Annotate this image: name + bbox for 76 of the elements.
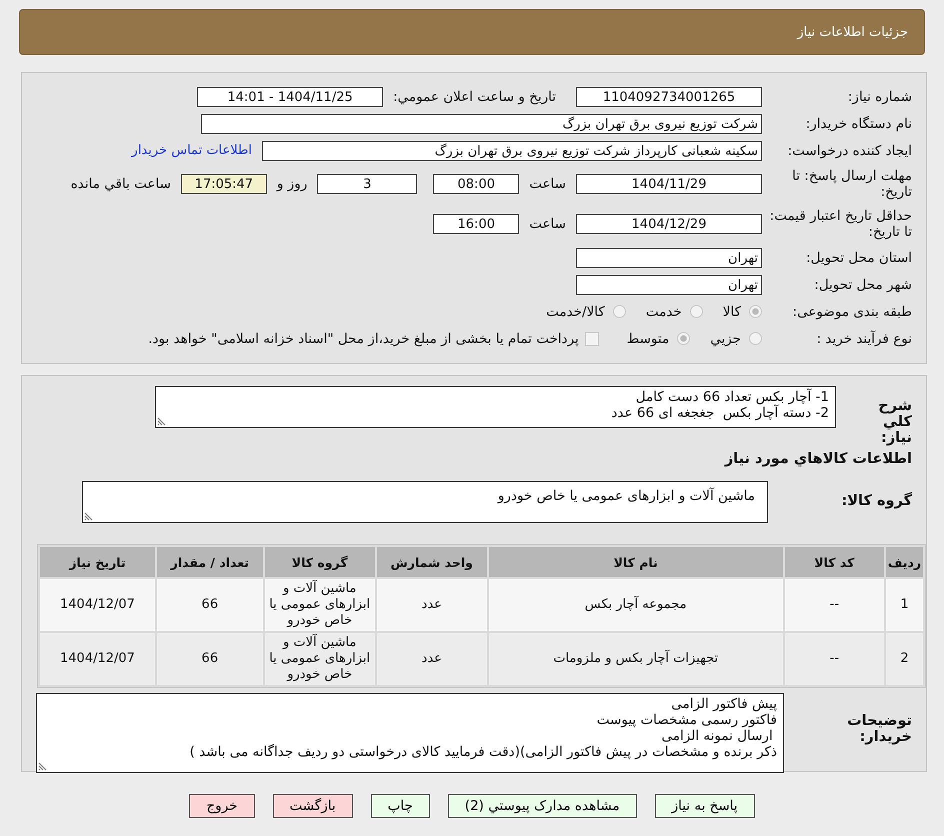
action-button[interactable]: خروج (189, 794, 254, 818)
deadline-time-field: 08:00 (433, 174, 520, 194)
payment-note: پرداخت تمام یا بخشی از مبلغ خرید،از محل "اسناد خزانه اسلامی" خواهد بود. (148, 330, 579, 346)
buyer-org-field: شرکت توزیع نیروی برق تهران بزرگ (201, 114, 762, 134)
table-cell: -- (784, 633, 884, 685)
announce-date-field: 1404/11/25 - 14:01 (197, 86, 384, 106)
checkbox[interactable] (584, 332, 599, 346)
radio-button[interactable] (749, 332, 762, 345)
validity-date-field: 1404/12/29 (576, 214, 762, 234)
field-label: نوع فرآیند خرید : (816, 330, 912, 346)
table-cell: ماشین آلات و ابزارهای عمومی یا خاص خودرو (264, 579, 375, 631)
resize-grip-icon[interactable] (38, 762, 47, 771)
page-title: جزئیات اطلاعات نیاز (797, 24, 908, 40)
action-button[interactable]: چاپ (370, 794, 430, 818)
field-label: طبقه بندی موضوعی: (792, 304, 912, 320)
radio-label: کالا (722, 304, 742, 320)
field-label: ساعت (528, 176, 567, 192)
action-button[interactable]: پاسخ به نیاز (654, 794, 755, 818)
buyer-notes-textarea[interactable]: پیش فاکتور الزامی فاکتور رسمی مشخصات پیوست ارسال نمونه الزامی ذکر برنده و مشخصات در پیش فاکتور الزامی)(دقت فرمایید کالای درخواستی دو ردیف جداگانه می باشد ) (36, 693, 784, 773)
field-label: حداقل تاریخ اعتبار قیمت: تا تاریخ: (768, 208, 912, 240)
field-label: روز و (275, 176, 308, 192)
column-header: تعداد / مقدار (156, 547, 263, 577)
radio-label: جزيي (710, 330, 742, 346)
days-field: 3 (317, 174, 418, 194)
table-cell: 66 (156, 579, 263, 631)
buyer-contact-link[interactable]: اطلاعات تماس خریدار (132, 143, 252, 158)
table-cell: 2 (886, 633, 923, 685)
column-header: گروه کالا (264, 547, 375, 577)
validity-time-field: 16:00 (433, 214, 520, 234)
radio-label: متوسط (626, 330, 670, 346)
action-button[interactable]: بازگشت (272, 794, 353, 818)
section-heading: اطلاعات کالاهاي مورد نياز (723, 451, 912, 467)
table-cell: -- (784, 579, 884, 631)
field-label: مهلت ارسال پاسخ: تا تاریخ: (791, 168, 912, 200)
description-textarea[interactable]: 1- آچار بکس تعداد 66 دست کامل 2- دسته آچار بکس جغجغه ای 66 عدد (155, 386, 836, 428)
column-header: نام کالا (488, 547, 783, 577)
requester-field: سکینه شعبانی کارپرداز شرکت توزیع نیروی برق تهران بزرگ (262, 140, 762, 160)
table-cell: 1404/12/07 (40, 579, 155, 631)
province-field: تهران (576, 248, 762, 268)
table-cell: تجهیزات آچار بکس و ملزومات (488, 633, 783, 685)
field-label: تاريخ و ساعت اعلان عمومي: (392, 88, 557, 104)
need-number-field: 1104092734001265 (576, 86, 762, 106)
remaining-time-field: 17:05:47 (180, 174, 267, 194)
goods-group-textarea[interactable]: ماشین آلات و ابزارهای عمومی یا خاص خودرو (82, 481, 768, 523)
field-label: ساعت باقي مانده (70, 176, 172, 192)
table-cell: عدد (376, 633, 487, 685)
resize-grip-icon[interactable] (84, 512, 93, 521)
column-header: ردیف (886, 547, 923, 577)
radio-button[interactable] (612, 305, 626, 318)
resize-grip-icon[interactable] (157, 417, 166, 426)
table-cell: عدد (376, 579, 487, 631)
field-label: ساعت (528, 216, 567, 232)
field-label: استان محل تحویل: (805, 250, 912, 266)
column-header: تاریخ نیاز (40, 547, 155, 577)
table-cell: مجموعه آچار بکس (488, 579, 783, 631)
field-label: شهر محل تحویل: (813, 276, 912, 292)
city-field: تهران (576, 274, 762, 294)
deadline-date-field: 1404/11/29 (576, 174, 762, 194)
radio-button[interactable] (690, 305, 703, 318)
radio-label: خدمت (646, 304, 683, 320)
field-label: شماره نیاز: (846, 88, 912, 104)
action-button[interactable]: مشاهده مدارک پیوستي (2) (448, 794, 637, 818)
field-label: ایجاد کننده درخواست: (786, 142, 912, 158)
field-label: گروه کالا: (840, 491, 912, 509)
field-label: توضیحات خریدار: (846, 712, 912, 745)
table-cell: 66 (156, 633, 263, 685)
column-header: واحد شمارش (376, 547, 487, 577)
table-cell: ماشین آلات و ابزارهای عمومی یا خاص خودرو (264, 633, 375, 685)
radio-button[interactable] (677, 332, 690, 345)
radio-label: کالا/خدمت (546, 304, 606, 320)
radio-button[interactable] (749, 305, 762, 318)
table-cell: 1404/12/07 (40, 633, 155, 685)
column-header: کد کالا (784, 547, 884, 577)
table-cell: 1 (886, 579, 923, 631)
field-label: شرح کلي نياز: (877, 397, 912, 446)
field-label: نام دستگاه خریدار: (804, 116, 912, 132)
